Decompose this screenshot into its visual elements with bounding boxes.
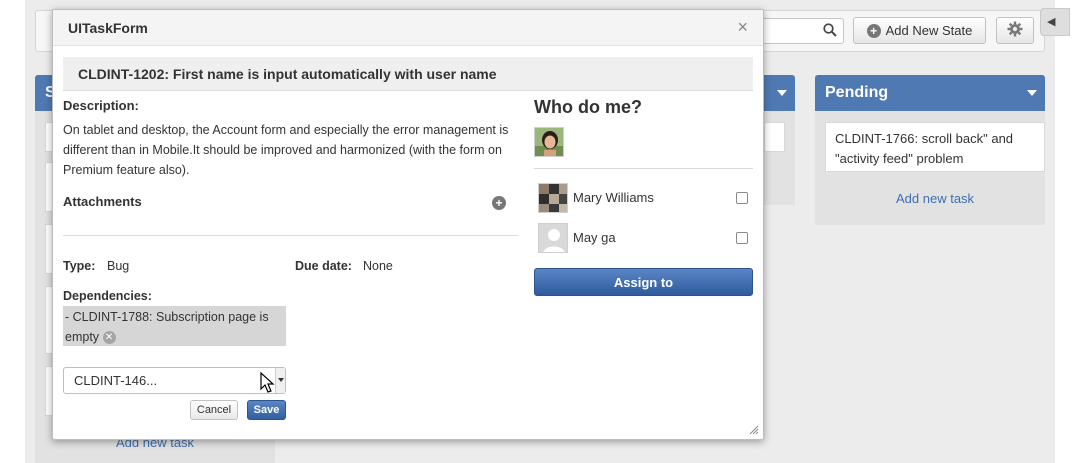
avatar (538, 223, 568, 253)
add-attachment-icon[interactable]: + (492, 196, 506, 210)
add-new-state-button[interactable]: + Add New State (853, 17, 986, 44)
save-button[interactable]: Save (247, 400, 286, 420)
assign-to-button[interactable]: Assign to (534, 268, 753, 296)
cancel-button[interactable]: Cancel (190, 400, 238, 420)
settings-button[interactable] (996, 17, 1034, 44)
add-new-state-label: Add New State (885, 23, 973, 38)
dependency-select[interactable]: CLDINT-146... (63, 367, 286, 394)
divider (534, 168, 753, 169)
column-header-middle[interactable] (760, 75, 795, 111)
assignees-heading: Who do me? (534, 97, 642, 117)
dialog-title: UITaskForm (68, 20, 148, 36)
dependency-item: - CLDINT-1788: Subscription page is empt… (63, 306, 286, 346)
due-date-label: Due date: (295, 259, 352, 273)
assignee-name: May ga (573, 230, 616, 245)
resize-handle-icon[interactable] (749, 425, 759, 435)
assignee-name: Mary Williams (573, 190, 654, 205)
attachments-label: Attachments (63, 194, 142, 209)
column-title: Pending (825, 84, 889, 101)
due-date-value: None (363, 259, 393, 273)
type-value: Bug (107, 259, 130, 273)
description-label: Description: (63, 98, 139, 113)
dependencies-label: Dependencies: (63, 289, 152, 303)
task-card-text: CLDINT-1766: scroll back" and "activity … (835, 131, 1014, 166)
task-card[interactable] (764, 122, 785, 152)
avatar (538, 183, 568, 213)
avatar (534, 127, 564, 157)
dependency-text: - CLDINT-1788: Subscription page is empt… (65, 310, 269, 344)
type-label: Type: (63, 259, 96, 273)
assignee-checkbox[interactable] (736, 192, 748, 204)
dialog-title-bar[interactable]: UITaskForm (53, 10, 763, 46)
column-header-pending[interactable]: Pending (815, 75, 1045, 111)
chevron-down-icon[interactable] (1027, 90, 1037, 96)
search-icon[interactable] (823, 23, 837, 40)
description-text: On tablet and desktop, the Account form … (63, 123, 509, 177)
chevron-down-icon[interactable] (275, 368, 285, 393)
dependency-select-value: CLDINT-146... (74, 373, 158, 388)
search-input[interactable] (760, 18, 844, 44)
task-title: CLDINT-1202: First name is input automat… (63, 57, 753, 91)
plus-circle-icon: + (866, 23, 881, 38)
chevron-down-icon[interactable] (777, 90, 787, 96)
add-new-task-link[interactable]: Add new task (896, 191, 974, 206)
chevron-left-icon: ◀ (1047, 16, 1056, 28)
divider (63, 235, 518, 236)
task-form-dialog: UITaskForm × CLDINT-1202: First name is … (52, 9, 764, 440)
collapse-panel-tab[interactable]: ◀ (1040, 8, 1070, 36)
remove-dependency-icon[interactable]: ✕ (102, 331, 116, 345)
mouse-cursor-icon (260, 372, 275, 393)
task-card[interactable]: CLDINT-1766: scroll back" and "activity … (825, 122, 1045, 172)
gear-icon (1007, 21, 1023, 40)
assignee-checkbox[interactable] (736, 232, 748, 244)
close-icon[interactable]: × (737, 17, 748, 38)
